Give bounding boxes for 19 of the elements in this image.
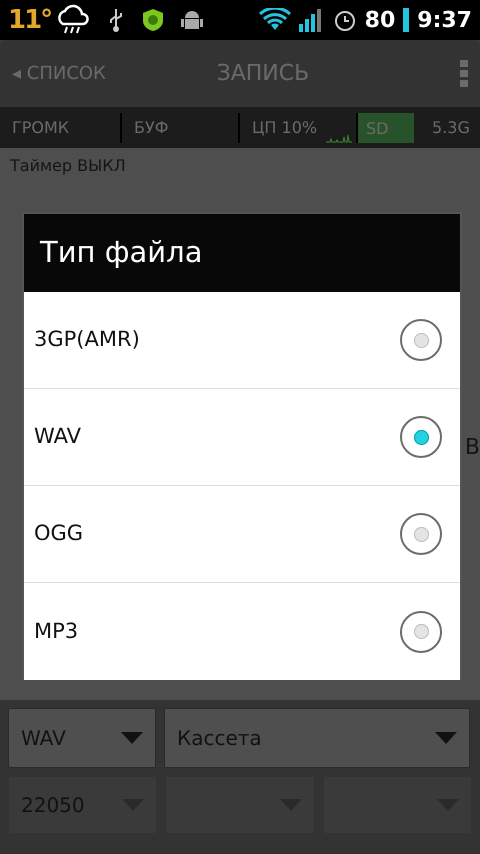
dialog-title: Тип файла	[24, 214, 460, 292]
stat-label: ГРОМК	[12, 116, 70, 138]
overflow-menu-icon[interactable]	[460, 60, 468, 88]
dropdown-caret-icon	[435, 732, 457, 744]
alarm-clock-icon	[332, 8, 357, 32]
temperature-text: 11°	[8, 4, 52, 36]
storage-label: SD	[366, 118, 388, 140]
wifi-icon	[258, 8, 291, 32]
storage-value: 5.3G	[432, 116, 470, 138]
background-label-text: В	[464, 434, 480, 462]
shield-icon	[141, 8, 166, 32]
battery-icon	[403, 8, 410, 32]
stat-label: БУФ	[134, 116, 168, 138]
time-text: 9:37	[417, 6, 472, 34]
android-icon	[181, 8, 204, 32]
battery-percent-text: 80	[364, 6, 396, 34]
timer-status-text: Таймер ВЫКЛ	[9, 155, 127, 177]
dropdown-caret-icon	[121, 732, 143, 744]
cpu-usage-text: ЦП 10%	[252, 116, 318, 138]
